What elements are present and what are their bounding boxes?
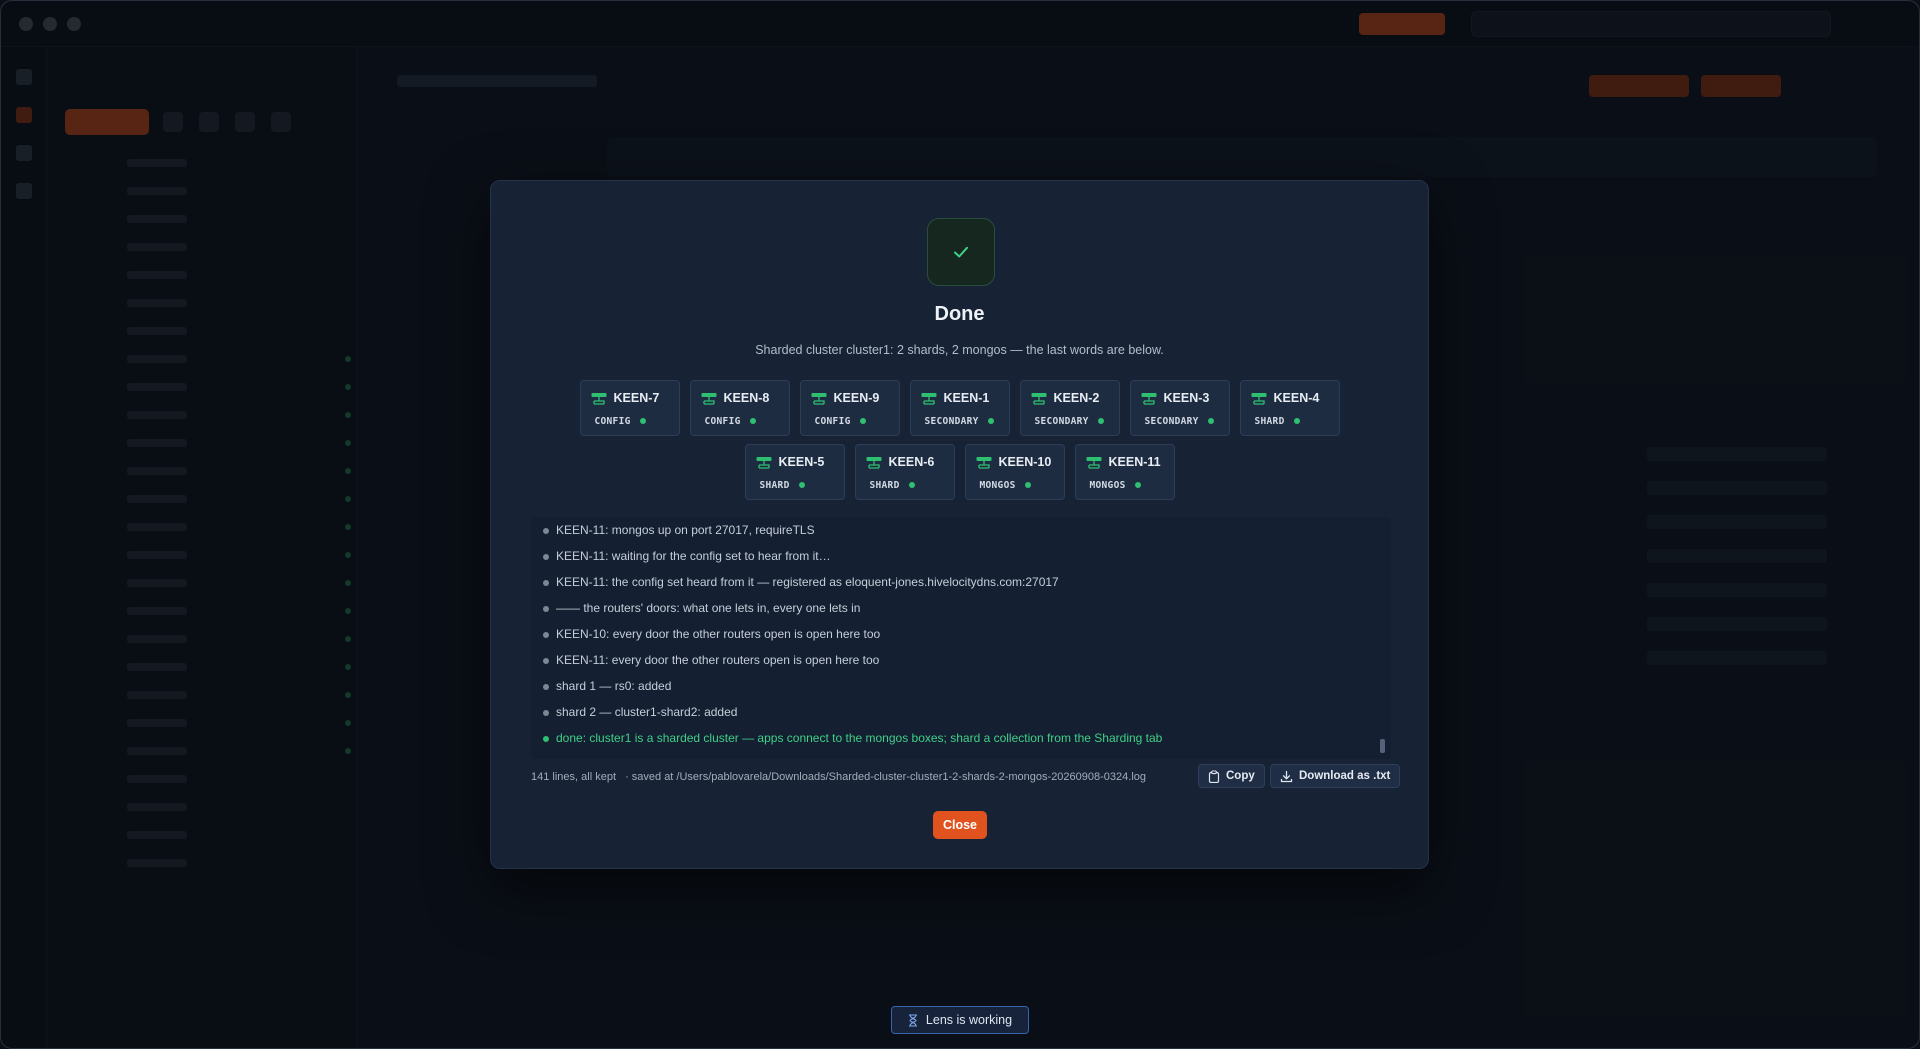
server-icon bbox=[921, 392, 937, 406]
node-role: CONFIG bbox=[814, 416, 851, 427]
node-role: MONGOS bbox=[979, 480, 1016, 491]
node-name: KEEN-11 bbox=[1108, 455, 1161, 469]
node-card[interactable]: KEEN-9 CONFIG bbox=[799, 380, 900, 436]
server-icon bbox=[811, 392, 827, 406]
node-role: SECONDARY bbox=[1034, 416, 1089, 427]
log-line: KEEN-11: waiting for the config set to h… bbox=[531, 543, 1391, 569]
toast-label: Lens is working bbox=[925, 1013, 1013, 1027]
node-name: KEEN-4 bbox=[1273, 391, 1320, 405]
node-row: KEEN-5 SHARD KEEN-6 SHARD KEEN-10 MONGOS KEEN-… bbox=[491, 444, 1428, 500]
copy-button[interactable]: Copy bbox=[1198, 764, 1265, 788]
server-icon bbox=[701, 392, 717, 406]
working-toast: Lens is working bbox=[891, 1006, 1029, 1034]
node-role: SHARD bbox=[869, 480, 900, 491]
node-status-dot bbox=[639, 418, 646, 424]
node-role: SHARD bbox=[759, 480, 790, 491]
node-card[interactable]: KEEN-1 SECONDARY bbox=[909, 380, 1010, 436]
saved-path: · saved at /Users/pablovarela/Downloads/… bbox=[625, 771, 1147, 783]
dialog-title: Done bbox=[934, 303, 985, 325]
node-status-dot bbox=[798, 482, 805, 488]
node-name: KEEN-10 bbox=[998, 455, 1052, 469]
log-line: KEEN-11: every door the other routers op… bbox=[531, 647, 1391, 673]
server-icon bbox=[1031, 392, 1047, 406]
node-card[interactable]: KEEN-5 SHARD bbox=[744, 444, 845, 500]
node-status-dot bbox=[1293, 418, 1300, 424]
node-name: KEEN-3 bbox=[1163, 391, 1210, 405]
server-icon bbox=[976, 456, 992, 470]
node-name: KEEN-7 bbox=[613, 391, 660, 405]
checkmark-icon bbox=[927, 218, 995, 286]
node-status-dot bbox=[1134, 482, 1141, 488]
node-card[interactable]: KEEN-10 MONGOS bbox=[964, 444, 1065, 500]
log-scrollbar[interactable] bbox=[1380, 739, 1385, 753]
node-status-dot bbox=[749, 418, 756, 424]
node-card[interactable]: KEEN-3 SECONDARY bbox=[1129, 380, 1230, 436]
node-name: KEEN-9 bbox=[833, 391, 880, 405]
node-card[interactable]: KEEN-8 CONFIG bbox=[689, 380, 790, 436]
node-name: KEEN-2 bbox=[1053, 391, 1100, 405]
server-icon bbox=[866, 456, 882, 470]
log-line: KEEN-10: every door the other routers op… bbox=[531, 621, 1391, 647]
line-count: 141 lines, all kept bbox=[531, 771, 616, 783]
node-status-dot bbox=[859, 418, 866, 424]
server-icon bbox=[1141, 392, 1157, 406]
node-role: SECONDARY bbox=[924, 416, 979, 427]
node-card[interactable]: KEEN-11 MONGOS bbox=[1074, 444, 1175, 500]
log-line: KEEN-11: mongos up on port 27017, requir… bbox=[531, 517, 1391, 543]
node-status-dot bbox=[1207, 418, 1214, 424]
log-line: done: cluster1 is a sharded cluster — ap… bbox=[531, 725, 1391, 751]
node-name: KEEN-8 bbox=[723, 391, 770, 405]
node-role: SHARD bbox=[1254, 416, 1285, 427]
clipboard-icon bbox=[1208, 769, 1220, 783]
node-role: MONGOS bbox=[1089, 480, 1126, 491]
hourglass-icon bbox=[908, 1013, 917, 1027]
server-icon bbox=[1086, 456, 1102, 470]
node-status-dot bbox=[1097, 418, 1104, 424]
download-button-label: Download as .txt bbox=[1299, 770, 1391, 782]
copy-button-label: Copy bbox=[1226, 770, 1255, 782]
node-role: SECONDARY bbox=[1144, 416, 1199, 427]
node-status-dot bbox=[987, 418, 994, 424]
log-summary: 141 lines, all kept · saved at /Users/pa… bbox=[531, 771, 1146, 783]
server-icon bbox=[591, 392, 607, 406]
log-line: —— the routers' doors: what one lets in,… bbox=[531, 595, 1391, 621]
node-status-dot bbox=[1024, 482, 1031, 488]
node-name: KEEN-1 bbox=[943, 391, 990, 405]
node-card[interactable]: KEEN-6 SHARD bbox=[854, 444, 955, 500]
log-line: KEEN-11: the config set heard from it — … bbox=[531, 569, 1391, 595]
log-line: shard 2 — cluster1-shard2: added bbox=[531, 699, 1391, 725]
server-icon bbox=[756, 456, 772, 470]
node-role: CONFIG bbox=[704, 416, 741, 427]
log-line: shard 1 — rs0: added bbox=[531, 673, 1391, 699]
download-icon bbox=[1280, 770, 1293, 782]
node-card[interactable]: KEEN-7 CONFIG bbox=[579, 380, 680, 436]
node-row: KEEN-7 CONFIG KEEN-8 CONFIG KEEN-9 CONFIG KEEN… bbox=[491, 380, 1428, 436]
close-button[interactable]: Close bbox=[933, 811, 987, 839]
node-card[interactable]: KEEN-2 SECONDARY bbox=[1019, 380, 1120, 436]
dialog-subtitle: Sharded cluster cluster1: 2 shards, 2 mo… bbox=[755, 343, 1164, 357]
node-role: CONFIG bbox=[594, 416, 631, 427]
done-dialog: Done Sharded cluster cluster1: 2 shards,… bbox=[490, 180, 1429, 869]
download-button[interactable]: Download as .txt bbox=[1270, 764, 1401, 788]
node-name: KEEN-5 bbox=[778, 455, 825, 469]
log-output[interactable]: KEEN-11: mongos up on port 27017, requir… bbox=[531, 517, 1391, 759]
node-name: KEEN-6 bbox=[888, 455, 935, 469]
node-status-dot bbox=[908, 482, 915, 488]
server-icon bbox=[1251, 392, 1267, 406]
node-card[interactable]: KEEN-4 SHARD bbox=[1239, 380, 1340, 436]
